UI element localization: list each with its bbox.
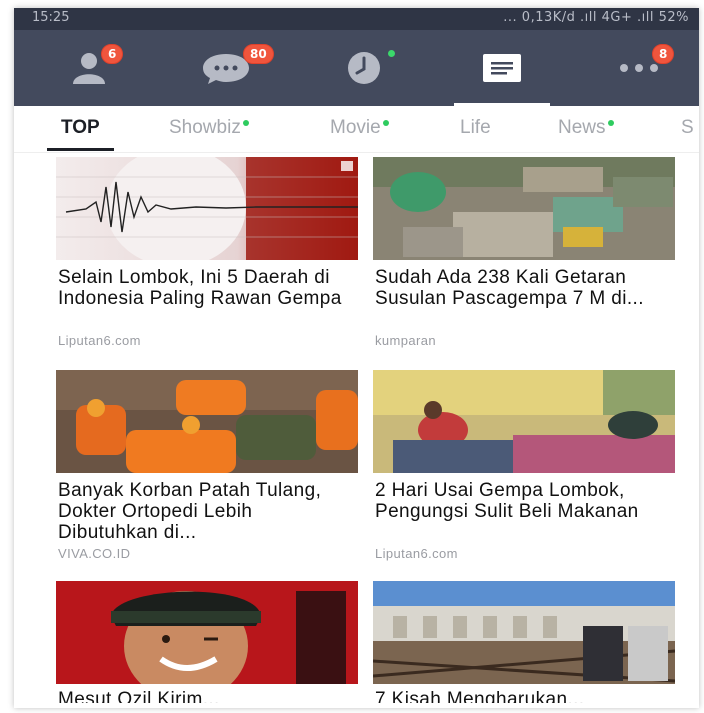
friends-badge: 6 bbox=[101, 44, 124, 64]
more-badge: 8 bbox=[652, 44, 675, 64]
article-thumbnail bbox=[56, 581, 358, 684]
status-time: 15:25 bbox=[32, 10, 70, 25]
article-thumbnail bbox=[373, 370, 675, 473]
chats-badge: 80 bbox=[243, 44, 274, 64]
article-card[interactable]: 2 Hari Usai Gempa Lombok, Pengungsi Suli… bbox=[373, 370, 675, 561]
article-source: kumparan bbox=[375, 333, 437, 348]
article-thumbnail bbox=[56, 157, 358, 260]
tab-label: TOP bbox=[61, 117, 100, 138]
tab-label: Life bbox=[460, 117, 491, 138]
tab-label: News bbox=[558, 117, 606, 138]
article-card[interactable]: Sudah Ada 238 Kali Getaran Susulan Pasca… bbox=[373, 157, 675, 348]
tab-label: Showbiz bbox=[169, 117, 241, 138]
chats-tab[interactable]: 80 bbox=[166, 30, 286, 106]
timeline-icon bbox=[348, 52, 380, 84]
article-headline: Banyak Korban Patah Tulang, Dokter Ortop… bbox=[58, 480, 322, 543]
article-headline: 7 Kisah Mengharukan... bbox=[375, 689, 585, 703]
new-dot bbox=[607, 120, 614, 126]
tab-life[interactable]: Life bbox=[460, 106, 491, 152]
article-source: Liputan6.com bbox=[375, 546, 458, 561]
new-dot bbox=[382, 120, 389, 126]
news-tab[interactable] bbox=[442, 30, 562, 106]
status-bar: 15:25 ... 0,13K/d .ıll 4G+ .ıll 52% bbox=[14, 8, 699, 30]
article-thumbnail bbox=[373, 581, 675, 684]
article-source: VIVA.CO.ID bbox=[58, 546, 131, 561]
new-dot bbox=[242, 120, 249, 126]
tab-label: S bbox=[681, 117, 694, 138]
article-card[interactable]: Mesut Ozil Kirim... bbox=[56, 581, 358, 708]
article-headline: Sudah Ada 238 Kali Getaran Susulan Pasca… bbox=[375, 267, 644, 309]
tab-top[interactable]: TOP bbox=[47, 106, 114, 152]
article-card[interactable]: 7 Kisah Mengharukan... bbox=[373, 581, 675, 708]
tab-label: Movie bbox=[330, 117, 381, 138]
more-tab[interactable]: 8 bbox=[579, 30, 699, 106]
article-card[interactable]: Banyak Korban Patah Tulang, Dokter Ortop… bbox=[56, 370, 358, 561]
article-thumbnail bbox=[373, 157, 675, 260]
friends-tab[interactable]: 6 bbox=[29, 30, 149, 106]
tab-more-partial[interactable]: S bbox=[681, 106, 694, 152]
tab-movie[interactable]: Movie bbox=[330, 106, 389, 152]
tab-showbiz[interactable]: Showbiz bbox=[169, 106, 249, 152]
phone-screen: 15:25 ... 0,13K/d .ıll 4G+ .ıll 52% 6 80 bbox=[14, 8, 699, 708]
timeline-tab[interactable] bbox=[304, 30, 424, 106]
status-indicators: ... 0,13K/d .ıll 4G+ .ıll 52% bbox=[503, 10, 689, 25]
article-thumbnail bbox=[56, 370, 358, 473]
more-icon bbox=[620, 64, 658, 72]
article-card[interactable]: Selain Lombok, Ini 5 Daerah di Indonesia… bbox=[56, 157, 358, 348]
article-headline: 2 Hari Usai Gempa Lombok, Pengungsi Suli… bbox=[375, 480, 639, 522]
news-icon bbox=[483, 54, 521, 82]
news-category-tabs: TOP Showbiz Movie Life News S bbox=[14, 106, 699, 153]
article-headline: Mesut Ozil Kirim... bbox=[58, 689, 220, 703]
article-headline: Selain Lombok, Ini 5 Daerah di Indonesia… bbox=[58, 267, 342, 309]
article-source: Liputan6.com bbox=[58, 333, 141, 348]
tab-news[interactable]: News bbox=[558, 106, 614, 152]
top-nav-bar: 6 80 8 bbox=[14, 30, 699, 106]
timeline-new-dot bbox=[388, 50, 395, 57]
